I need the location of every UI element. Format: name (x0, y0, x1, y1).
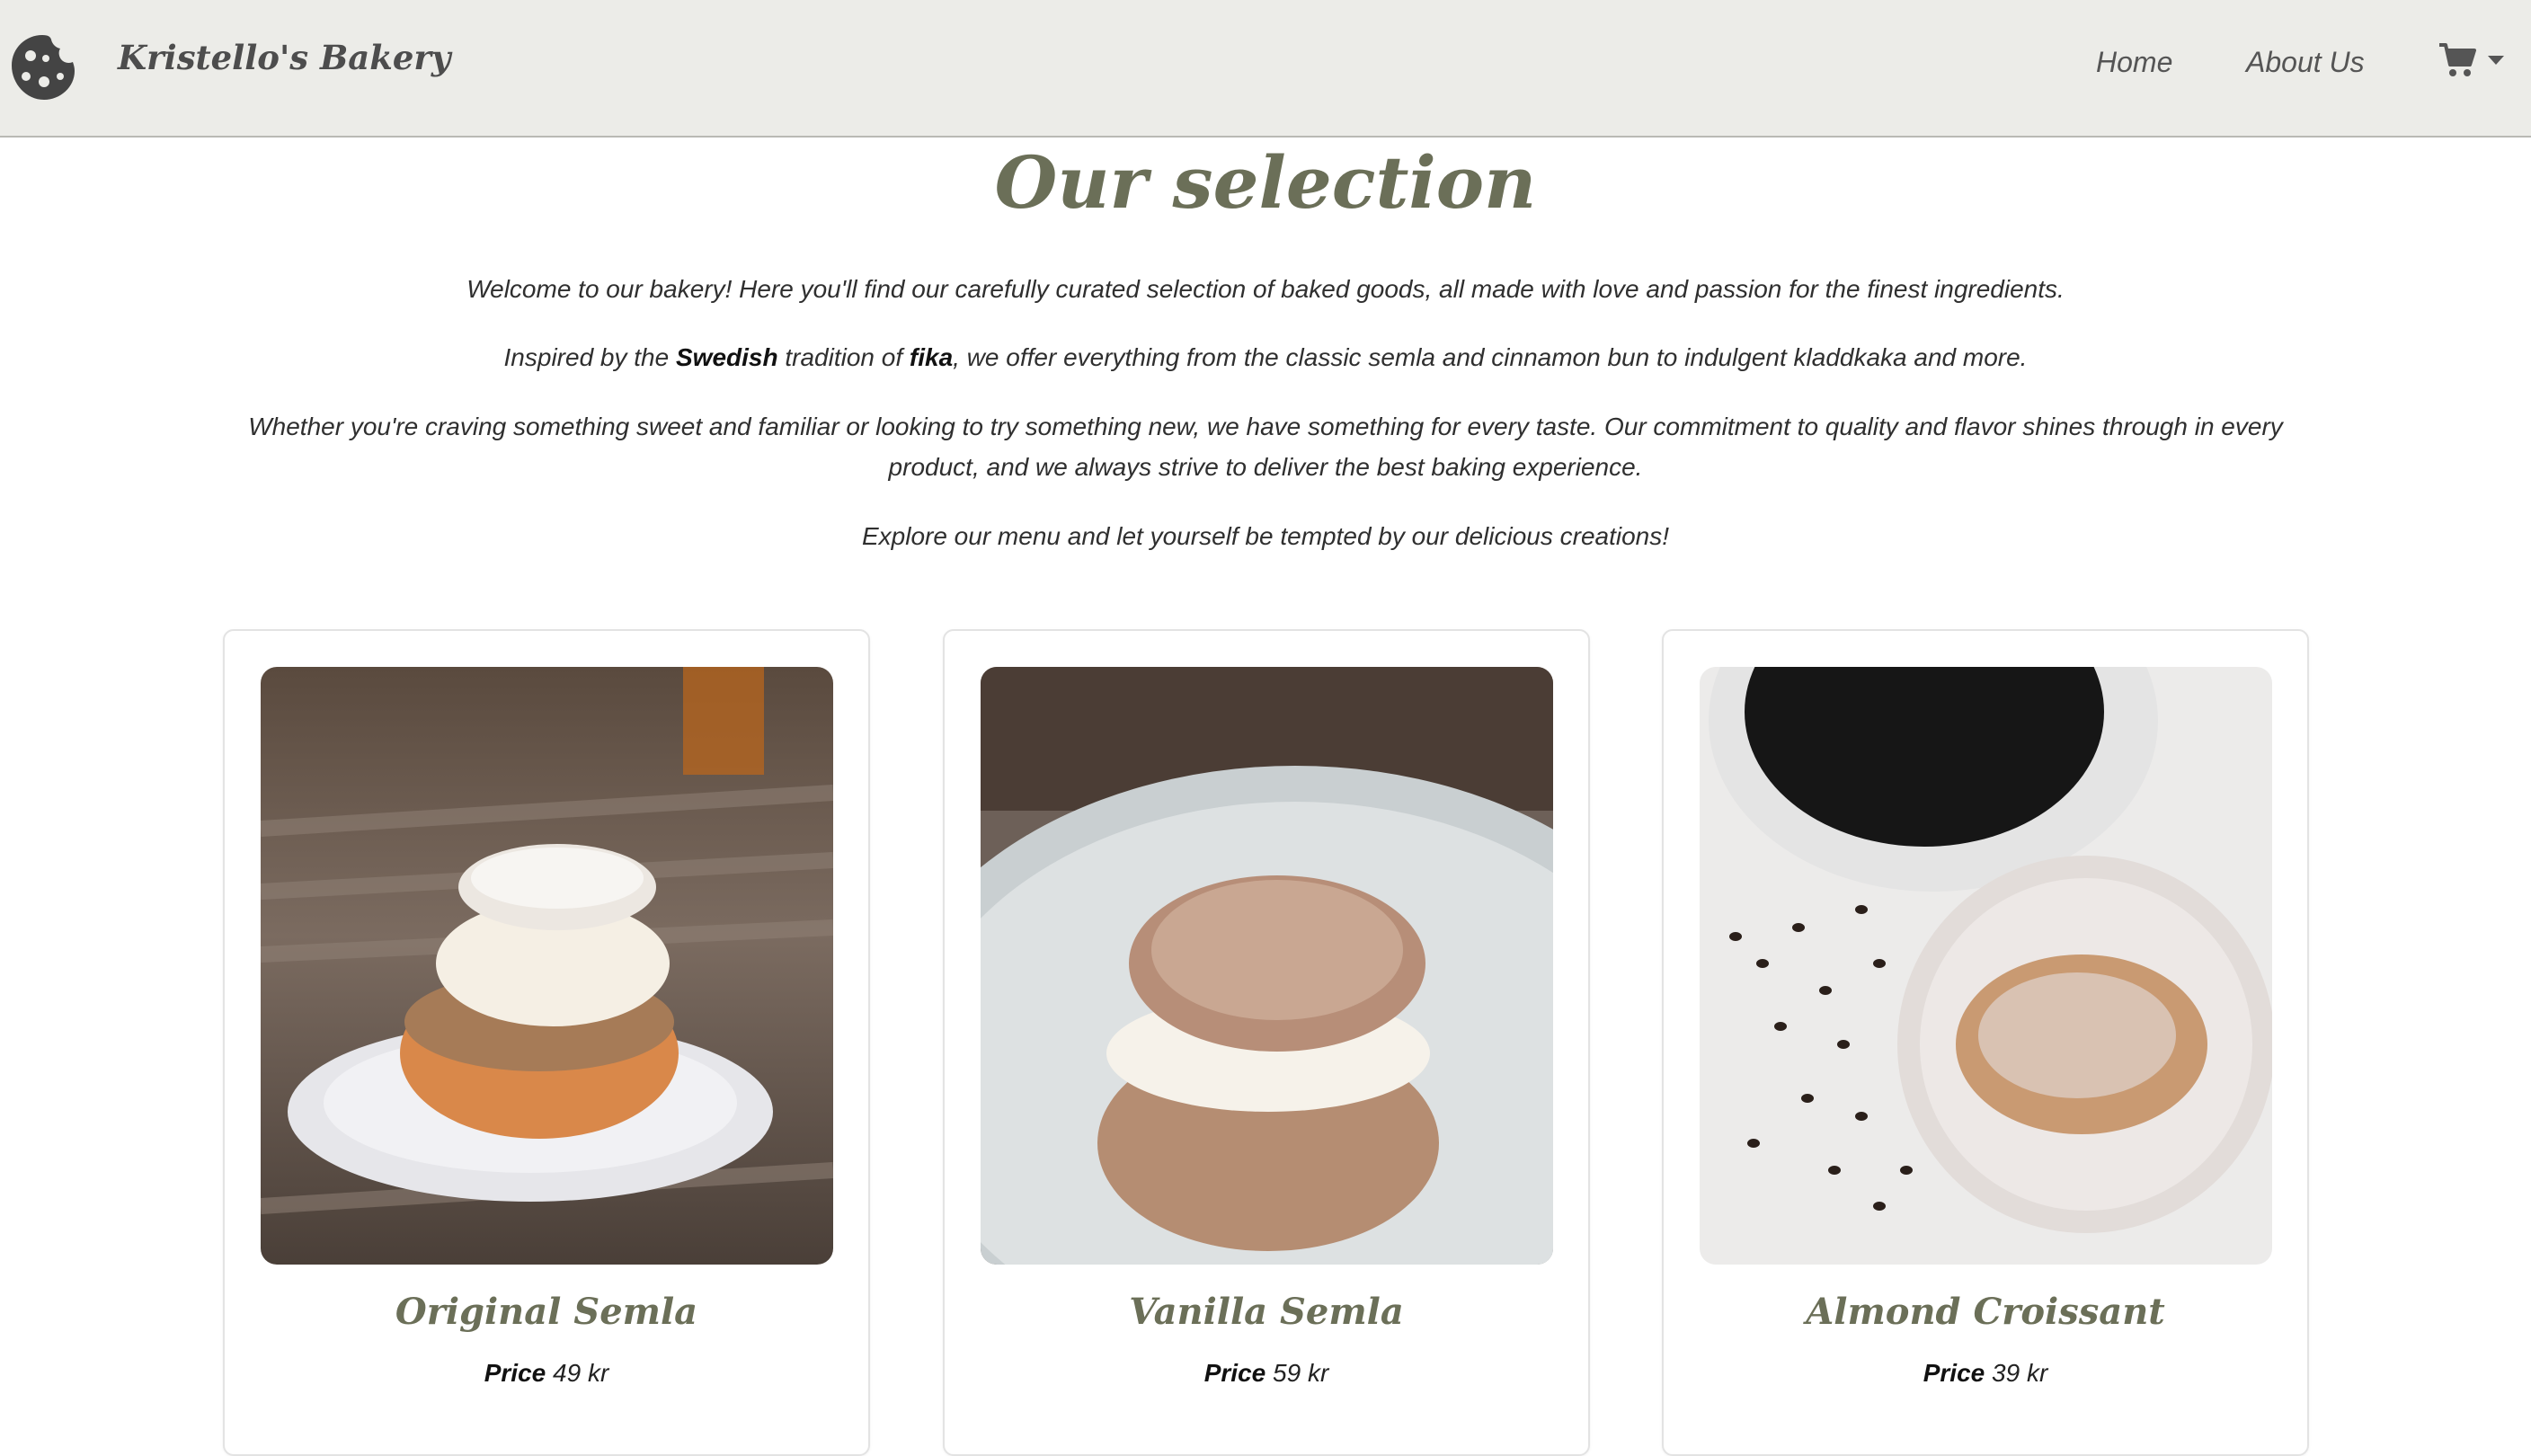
product-card-almond-croissant[interactable]: Almond Croissant Price 39 kr (1662, 629, 2309, 1456)
brand-name[interactable]: Kristello's Bakery (118, 32, 450, 83)
shopping-cart-icon (2439, 43, 2476, 76)
product-price: Price 39 kr (1664, 1354, 2307, 1393)
price-label: Price (1203, 1359, 1266, 1387)
caret-down-icon (2488, 56, 2504, 65)
product-name[interactable]: Almond Croissant (1664, 1285, 2307, 1339)
intro-text: Inspired by the (503, 343, 676, 371)
almond-croissant-photo[interactable] (1700, 667, 2272, 1265)
cookie-icon[interactable] (6, 31, 78, 103)
nav-link-about-us[interactable]: About Us (2246, 40, 2365, 84)
page-title: Our selection (994, 140, 1537, 225)
product-name[interactable]: Vanilla Semla (945, 1285, 1588, 1339)
intro-paragraph-commitment: Whether you're craving something sweet a… (248, 413, 2283, 481)
intro-paragraph-welcome: Welcome to our bakery! Here you'll find … (466, 275, 2065, 303)
price-value: 49 kr (553, 1359, 609, 1387)
price-label: Price (484, 1359, 546, 1387)
intro-text: tradition of (777, 343, 910, 371)
product-card-original-semla[interactable]: Original Semla Price 49 kr (223, 629, 870, 1456)
intro-paragraph-inspiration: Inspired by the Swedish tradition of fik… (234, 337, 2297, 377)
price-value: 39 kr (1992, 1359, 2048, 1387)
price-value: 59 kr (1273, 1359, 1329, 1387)
intro-paragraph-explore: Explore our menu and let yourself be tem… (861, 522, 1670, 550)
price-label: Price (1923, 1359, 1985, 1387)
vanilla-semla-photo[interactable] (981, 667, 1553, 1265)
intro-bold-fika: fika (909, 343, 954, 371)
original-semla-photo[interactable] (261, 667, 833, 1265)
product-price: Price 59 kr (945, 1354, 1588, 1393)
intro-bold-swedish: Swedish (675, 343, 778, 371)
product-price: Price 49 kr (225, 1354, 868, 1393)
intro-text: , we offer everything from the classic s… (953, 343, 2028, 371)
product-name[interactable]: Original Semla (225, 1285, 868, 1339)
product-card-vanilla-semla[interactable]: Vanilla Semla Price 59 kr (943, 629, 1590, 1456)
navbar: Kristello's Bakery Home About Us (0, 0, 2531, 138)
cart-dropdown[interactable] (2438, 41, 2515, 81)
nav-link-home[interactable]: Home (2096, 40, 2172, 84)
